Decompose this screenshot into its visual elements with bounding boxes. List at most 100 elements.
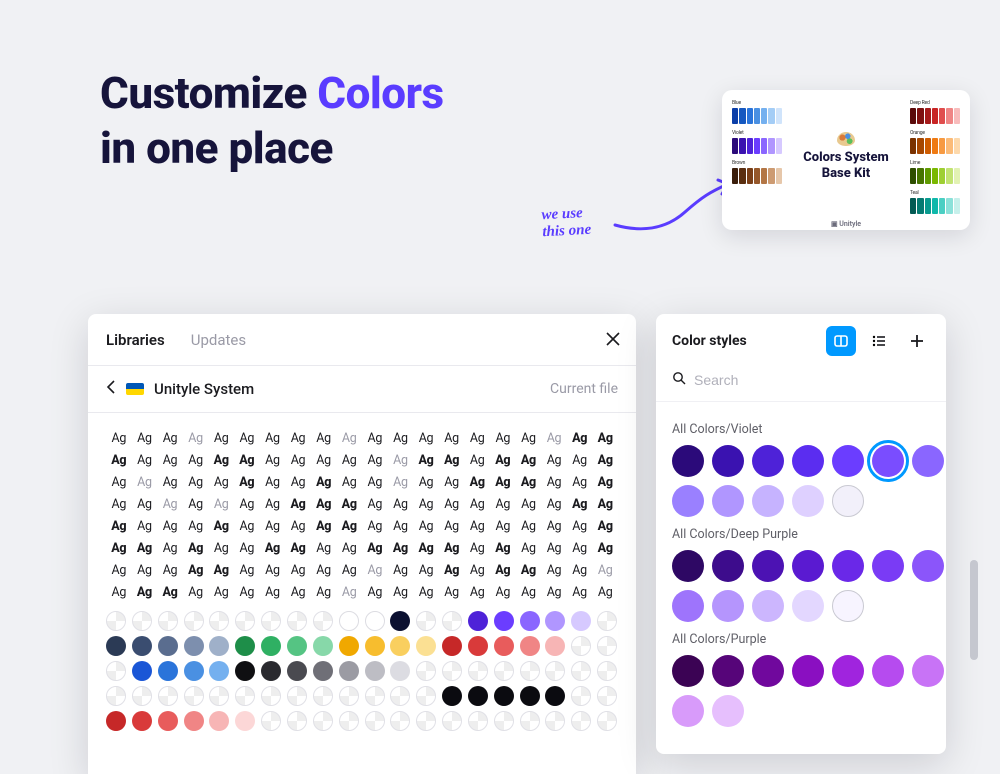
typography-sample[interactable]: Ag [413, 495, 439, 515]
color-swatch[interactable] [209, 611, 229, 631]
typography-sample[interactable]: Ag [132, 561, 158, 581]
typography-sample[interactable]: Ag [490, 583, 516, 603]
style-swatch[interactable] [672, 695, 704, 727]
color-swatch[interactable] [468, 661, 488, 681]
style-swatch[interactable] [712, 695, 744, 727]
color-swatch[interactable] [520, 636, 540, 656]
color-swatch[interactable] [287, 611, 307, 631]
style-swatch[interactable] [712, 590, 744, 622]
color-swatch[interactable] [390, 661, 410, 681]
typography-sample[interactable]: Ag [516, 429, 542, 449]
typography-sample[interactable]: Ag [388, 561, 414, 581]
typography-sample[interactable]: Ag [106, 539, 132, 559]
color-swatch[interactable] [571, 686, 591, 706]
typography-sample[interactable]: Ag [336, 473, 362, 493]
typography-sample[interactable]: Ag [336, 583, 362, 603]
color-swatch[interactable] [184, 686, 204, 706]
typography-sample[interactable]: Ag [541, 473, 567, 493]
typography-sample[interactable]: Ag [388, 583, 414, 603]
typography-sample[interactable]: Ag [567, 451, 593, 471]
color-swatch[interactable] [132, 636, 152, 656]
color-swatch[interactable] [261, 661, 281, 681]
typography-sample[interactable]: Ag [464, 451, 490, 471]
typography-sample[interactable]: Ag [208, 429, 234, 449]
color-swatch[interactable] [442, 661, 462, 681]
typography-sample[interactable]: Ag [464, 583, 490, 603]
color-swatch[interactable] [416, 611, 436, 631]
style-swatch[interactable] [792, 550, 824, 582]
color-swatch[interactable] [313, 636, 333, 656]
style-swatch[interactable] [912, 550, 944, 582]
style-swatch[interactable] [832, 485, 864, 517]
typography-sample[interactable]: Ag [439, 495, 465, 515]
typography-sample[interactable]: Ag [157, 451, 183, 471]
color-swatch[interactable] [261, 611, 281, 631]
color-swatch[interactable] [365, 611, 385, 631]
typography-sample[interactable]: Ag [567, 495, 593, 515]
color-swatch[interactable] [339, 611, 359, 631]
grid-view-button[interactable] [826, 326, 856, 356]
list-view-button[interactable] [864, 326, 894, 356]
style-swatch[interactable] [872, 550, 904, 582]
color-swatch[interactable] [494, 711, 514, 731]
color-swatch[interactable] [261, 686, 281, 706]
style-swatch[interactable] [752, 485, 784, 517]
color-swatch[interactable] [597, 636, 617, 656]
color-swatch[interactable] [416, 686, 436, 706]
typography-sample[interactable]: Ag [260, 517, 286, 537]
typography-sample[interactable]: Ag [260, 429, 286, 449]
typography-sample[interactable]: Ag [208, 495, 234, 515]
color-swatch[interactable] [287, 711, 307, 731]
typography-sample[interactable]: Ag [490, 539, 516, 559]
style-swatch[interactable] [752, 550, 784, 582]
typography-sample[interactable]: Ag [132, 517, 158, 537]
typography-sample[interactable]: Ag [362, 451, 388, 471]
color-swatch[interactable] [494, 686, 514, 706]
typography-sample[interactable]: Ag [183, 561, 209, 581]
color-swatch[interactable] [339, 661, 359, 681]
typography-sample[interactable]: Ag [157, 561, 183, 581]
typography-sample[interactable]: Ag [541, 517, 567, 537]
typography-sample[interactable]: Ag [592, 517, 618, 537]
typography-sample[interactable]: Ag [592, 451, 618, 471]
typography-sample[interactable]: Ag [208, 539, 234, 559]
color-swatch[interactable] [365, 686, 385, 706]
color-swatch[interactable] [158, 611, 178, 631]
style-swatch[interactable] [712, 550, 744, 582]
chevron-left-icon[interactable] [106, 380, 116, 398]
typography-sample[interactable]: Ag [592, 429, 618, 449]
typography-sample[interactable]: Ag [464, 429, 490, 449]
typography-sample[interactable]: Ag [285, 561, 311, 581]
style-swatch[interactable] [672, 590, 704, 622]
typography-sample[interactable]: Ag [311, 451, 337, 471]
style-swatch[interactable] [792, 590, 824, 622]
typography-sample[interactable]: Ag [183, 583, 209, 603]
color-swatch[interactable] [520, 686, 540, 706]
style-swatch[interactable] [752, 590, 784, 622]
color-swatch[interactable] [106, 686, 126, 706]
color-swatch[interactable] [106, 711, 126, 731]
style-swatch[interactable] [792, 655, 824, 687]
color-swatch[interactable] [520, 611, 540, 631]
typography-sample[interactable]: Ag [157, 517, 183, 537]
color-swatch[interactable] [106, 636, 126, 656]
typography-sample[interactable]: Ag [464, 473, 490, 493]
style-swatch[interactable] [872, 445, 904, 477]
color-swatch[interactable] [468, 711, 488, 731]
style-swatch[interactable] [832, 550, 864, 582]
color-swatch[interactable] [339, 711, 359, 731]
typography-sample[interactable]: Ag [516, 539, 542, 559]
style-swatch[interactable] [912, 445, 944, 477]
typography-sample[interactable]: Ag [464, 517, 490, 537]
add-style-button[interactable] [902, 326, 932, 356]
color-swatch[interactable] [390, 686, 410, 706]
typography-sample[interactable]: Ag [157, 429, 183, 449]
typography-sample[interactable]: Ag [362, 429, 388, 449]
typography-sample[interactable]: Ag [413, 583, 439, 603]
typography-sample[interactable]: Ag [490, 451, 516, 471]
style-swatch[interactable] [712, 485, 744, 517]
typography-sample[interactable]: Ag [567, 517, 593, 537]
typography-sample[interactable]: Ag [490, 495, 516, 515]
typography-sample[interactable]: Ag [388, 495, 414, 515]
color-swatch[interactable] [209, 636, 229, 656]
